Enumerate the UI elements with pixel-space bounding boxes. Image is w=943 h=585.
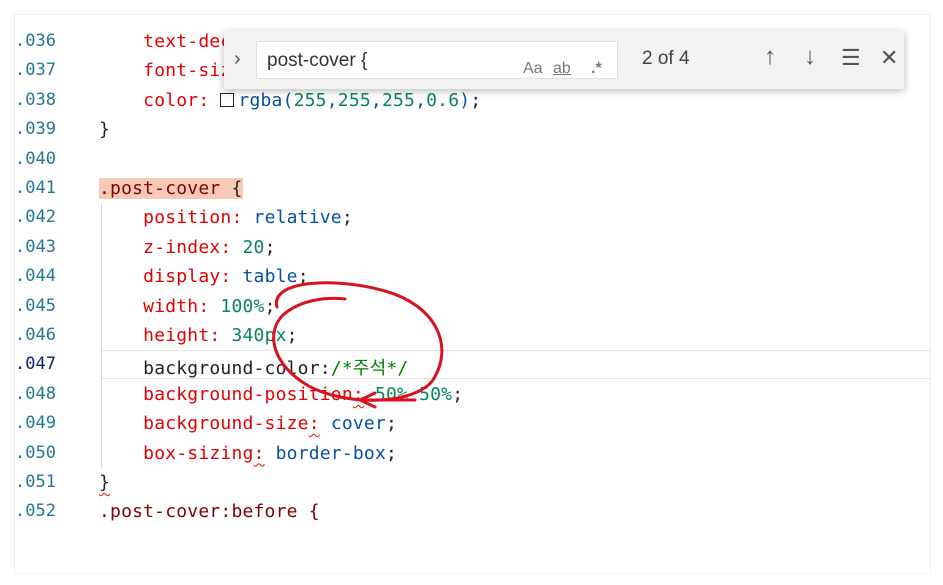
code-text: width: 100%; bbox=[143, 295, 276, 317]
code-text: box-sizing: border-box; bbox=[143, 442, 398, 464]
code-line[interactable]: .044 display: table; bbox=[15, 262, 930, 291]
code-line[interactable]: .050 box-sizing: border-box; bbox=[15, 439, 930, 468]
find-input[interactable]: post-cover { Aa ab .* bbox=[256, 41, 618, 79]
line-number: .046 bbox=[15, 325, 56, 345]
code-text: background-color:/*주석*/ bbox=[143, 358, 409, 380]
line-number: .048 bbox=[15, 383, 56, 404]
code-text: .post-cover { bbox=[99, 178, 243, 199]
code-text: text-deco bbox=[143, 31, 243, 52]
color-swatch[interactable] bbox=[220, 92, 235, 107]
line-number: .042 bbox=[15, 207, 56, 228]
code-line[interactable]: .045 width: 100%; bbox=[15, 292, 930, 321]
line-number: .036 bbox=[15, 31, 56, 51]
code-text: display: table; bbox=[143, 266, 309, 288]
line-number: .037 bbox=[15, 60, 56, 81]
line-number: .044 bbox=[15, 266, 56, 287]
regex-button[interactable]: .* bbox=[591, 60, 602, 78]
code-text: height: 340px; bbox=[143, 325, 298, 346]
line-number: .049 bbox=[15, 413, 56, 434]
find-widget: › post-cover { Aa ab .* 2 of 4 ↑ ↓ ☰ ✕ bbox=[224, 31, 904, 89]
code-text: color: rgba(255,255,255,0.6); bbox=[143, 89, 482, 111]
arrow-down-icon[interactable]: ↓ bbox=[804, 43, 816, 71]
code-text: } bbox=[99, 472, 111, 493]
code-line[interactable]: .046 height: 340px; bbox=[15, 321, 930, 350]
line-number: .043 bbox=[15, 236, 56, 257]
code-line[interactable]: .047 background-color:/*주석*/ bbox=[15, 350, 930, 380]
code-text: position: relative; bbox=[143, 207, 353, 229]
match-count: 2 of 4 bbox=[642, 48, 690, 69]
code-line[interactable]: .041 .post-cover { bbox=[15, 174, 930, 203]
arrow-up-icon[interactable]: ↑ bbox=[764, 43, 776, 71]
find-in-selection-icon[interactable]: ☰ bbox=[841, 45, 861, 71]
code-text: font-size bbox=[143, 60, 243, 82]
match-case-button[interactable]: Aa bbox=[523, 60, 543, 78]
code-text: .post-cover:before { bbox=[99, 501, 320, 523]
code-line[interactable]: .043 z-index: 20; bbox=[15, 233, 930, 262]
code-line[interactable]: .038 color: rgba(255,255,255,0.6); bbox=[15, 86, 930, 115]
code-line[interactable]: .039} bbox=[15, 115, 930, 144]
code-editor[interactable]: .036 text-deco .037 font-size .038 color: … bbox=[15, 15, 930, 573]
code-line[interactable]: .051} bbox=[15, 468, 930, 497]
chevron-right-icon[interactable]: › bbox=[234, 48, 241, 71]
code-text: } bbox=[99, 119, 111, 141]
line-number: .047 bbox=[15, 354, 56, 375]
code-line[interactable]: .049 background-size: cover; bbox=[15, 409, 930, 438]
line-number: .038 bbox=[15, 89, 56, 110]
line-number: .039 bbox=[15, 119, 56, 140]
close-icon[interactable]: ✕ bbox=[880, 45, 898, 71]
line-number: .041 bbox=[15, 178, 56, 198]
line-number: .052 bbox=[15, 501, 56, 522]
code-text: background-size: cover; bbox=[143, 413, 398, 435]
code-line[interactable]: .048 background-position: 50% 50%; bbox=[15, 380, 930, 409]
line-number: .045 bbox=[15, 295, 56, 316]
code-text: background-position: 50% 50%; bbox=[143, 383, 464, 405]
line-number: .040 bbox=[15, 148, 56, 169]
whole-word-button[interactable]: ab bbox=[553, 60, 571, 78]
line-number: .051 bbox=[15, 472, 56, 492]
editor-frame: .036 text-deco .037 font-size .038 color: … bbox=[14, 14, 931, 574]
code-line[interactable]: .040 bbox=[15, 145, 930, 174]
line-number: .050 bbox=[15, 442, 56, 463]
find-query: post-cover { bbox=[267, 50, 368, 71]
code-line[interactable]: .042 position: relative; bbox=[15, 203, 930, 232]
indent-guide bbox=[101, 203, 102, 468]
code-text: z-index: 20; bbox=[143, 236, 276, 258]
code-line[interactable]: .052 .post-cover:before { bbox=[15, 497, 930, 526]
